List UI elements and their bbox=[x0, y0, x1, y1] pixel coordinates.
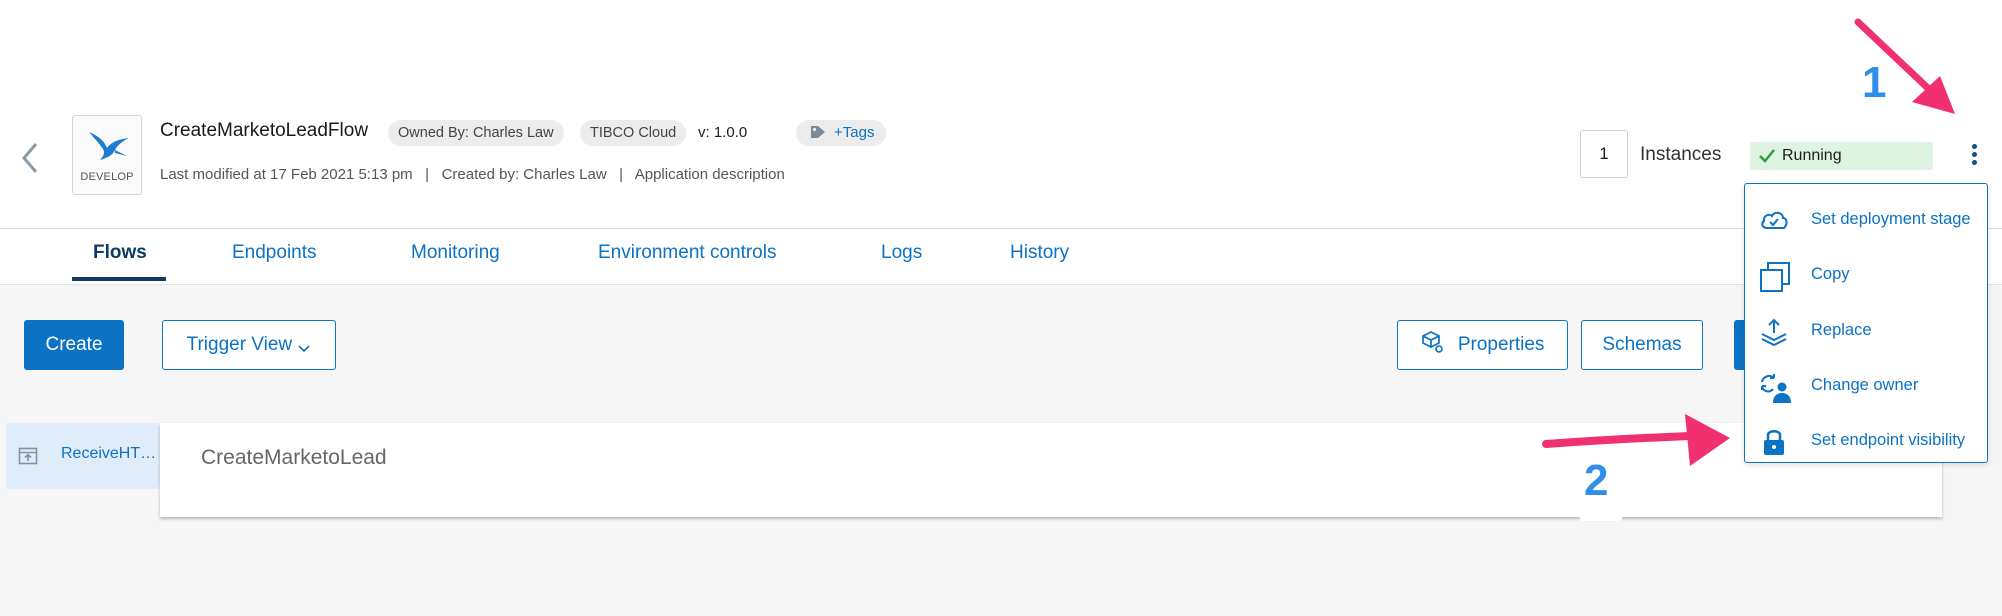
annotation-number-1: 1 bbox=[1862, 58, 1887, 107]
annotation-arrow-2 bbox=[1542, 414, 1730, 466]
annotation-number-2: 2 bbox=[1584, 456, 1609, 505]
annotation-arrows bbox=[1542, 18, 1955, 466]
